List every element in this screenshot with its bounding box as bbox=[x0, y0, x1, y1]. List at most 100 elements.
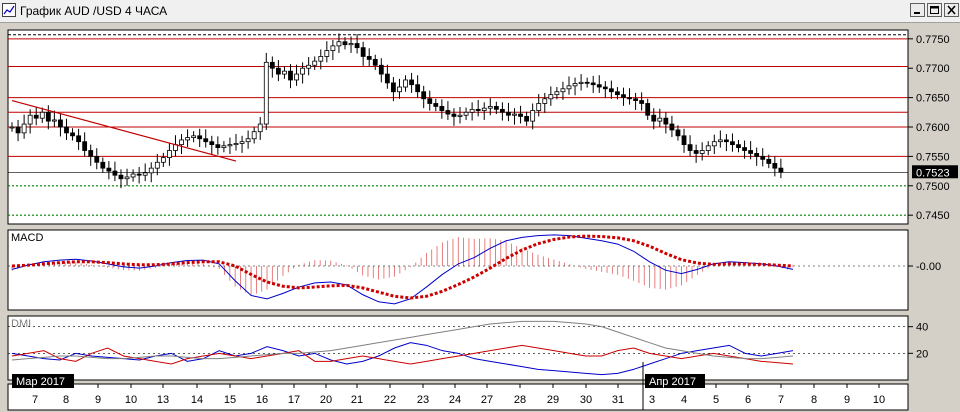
time-tick-label: 8 bbox=[811, 394, 817, 406]
minimize-icon bbox=[914, 12, 920, 14]
price-chart-svg[interactable]: 0.7750 0.7700 0.7650 0.7600 0.7550 0.7500 0.74… bbox=[0, 22, 960, 412]
candle-body bbox=[439, 106, 445, 111]
maximize-button[interactable] bbox=[927, 3, 942, 17]
macd-y-tick-label: -0.00 bbox=[916, 261, 941, 273]
price-y-tick-label: 0.7550 bbox=[916, 151, 950, 163]
candle-body bbox=[227, 144, 233, 147]
candle-body bbox=[342, 41, 348, 46]
candle-body bbox=[493, 106, 499, 110]
minimize-button[interactable] bbox=[910, 3, 925, 17]
time-tick-label: 9 bbox=[844, 394, 850, 406]
time-tick-label: 30 bbox=[580, 394, 592, 406]
time-tick-label: 10 bbox=[873, 394, 885, 406]
price-y-tick-label: 0.7750 bbox=[916, 34, 950, 46]
candle-body bbox=[772, 163, 778, 169]
candle-body bbox=[651, 114, 657, 122]
candle-body bbox=[608, 88, 614, 93]
time-tick-label: 31 bbox=[612, 394, 624, 406]
candle-body bbox=[167, 150, 172, 158]
price-y-tick-label: 0.7600 bbox=[916, 122, 950, 134]
candle-body bbox=[51, 119, 57, 122]
candle-body bbox=[530, 110, 536, 122]
candle-body bbox=[203, 138, 209, 143]
candle-body bbox=[548, 94, 554, 100]
month-label: Апр 2017 bbox=[649, 376, 696, 388]
candle-body bbox=[475, 108, 481, 111]
price-y-tick-label: 0.7450 bbox=[916, 210, 950, 222]
window-title: График AUD /USD 4 ЧАСА bbox=[20, 4, 168, 18]
candle-body bbox=[639, 100, 645, 104]
candle-body bbox=[754, 153, 760, 157]
candle-body bbox=[70, 132, 75, 137]
time-tick-label: 22 bbox=[384, 394, 396, 406]
candle-body bbox=[336, 41, 342, 47]
candle-body bbox=[730, 141, 735, 146]
candle-body bbox=[427, 98, 433, 104]
time-tick-label: 20 bbox=[320, 394, 332, 406]
candle-body bbox=[269, 61, 275, 69]
candle-body bbox=[58, 119, 63, 128]
candle-body bbox=[282, 70, 287, 75]
time-tick-label: 17 bbox=[288, 394, 300, 406]
candle-body bbox=[433, 103, 439, 107]
candle-body bbox=[318, 56, 324, 62]
candle-body bbox=[766, 158, 772, 164]
dmi-panel bbox=[7, 315, 909, 381]
price-y-tick-label: 0.7650 bbox=[916, 93, 950, 105]
candle-body bbox=[615, 91, 620, 96]
maximize-icon bbox=[930, 6, 939, 14]
time-tick-label: 9 bbox=[95, 394, 101, 406]
candle-body bbox=[15, 126, 21, 134]
candle-body bbox=[288, 70, 293, 81]
candle-body bbox=[378, 64, 384, 75]
candle-body bbox=[518, 113, 523, 117]
current-price-label: 0.7523 bbox=[916, 167, 950, 179]
candle-body bbox=[645, 103, 651, 116]
candle-body bbox=[699, 150, 705, 154]
candle-body bbox=[457, 114, 463, 117]
dmi-label: DMI bbox=[11, 318, 31, 330]
candle-body bbox=[705, 145, 711, 151]
time-tick-label: 23 bbox=[417, 394, 429, 406]
candle-body bbox=[372, 58, 378, 66]
candle-body bbox=[760, 155, 766, 160]
candle-body bbox=[39, 111, 45, 119]
candle-body bbox=[148, 167, 154, 174]
time-tick-label: 27 bbox=[481, 394, 493, 406]
candle-body bbox=[112, 170, 118, 176]
candle-body bbox=[21, 123, 27, 134]
candle-body bbox=[239, 141, 245, 144]
candle-body bbox=[724, 139, 729, 143]
candle-body bbox=[554, 91, 560, 96]
candle-body bbox=[621, 94, 626, 99]
candle-body bbox=[536, 103, 542, 111]
candle-body bbox=[88, 150, 94, 157]
candle-body bbox=[421, 91, 427, 100]
candle-body bbox=[409, 79, 414, 86]
candle-body bbox=[717, 139, 723, 143]
time-tick-label: 10 bbox=[125, 394, 137, 406]
close-button[interactable] bbox=[944, 3, 959, 17]
candle-body bbox=[64, 126, 69, 134]
candle-body bbox=[94, 155, 100, 163]
time-tick-label: 15 bbox=[224, 394, 236, 406]
candle-body bbox=[294, 73, 299, 81]
chart-area[interactable]: 0.7750 0.7700 0.7650 0.7600 0.7550 0.7500 0.74… bbox=[0, 22, 960, 412]
candle-body bbox=[499, 108, 505, 113]
candle-body bbox=[566, 85, 572, 90]
month-label: Мар 2017 bbox=[16, 376, 65, 388]
candle-body bbox=[681, 135, 687, 146]
candle-body bbox=[33, 114, 39, 119]
time-tick-label: 5 bbox=[713, 394, 719, 406]
candle-body bbox=[197, 135, 203, 140]
candle-body bbox=[215, 144, 221, 148]
time-tick-label: 14 bbox=[191, 394, 203, 406]
candle-body bbox=[633, 98, 638, 101]
candle-body bbox=[560, 88, 566, 93]
candle-body bbox=[627, 97, 632, 100]
candle-body bbox=[9, 126, 15, 129]
close-icon bbox=[947, 5, 956, 15]
time-tick-label: 28 bbox=[514, 394, 526, 406]
candle-body bbox=[130, 173, 136, 178]
candle-body bbox=[742, 147, 747, 151]
